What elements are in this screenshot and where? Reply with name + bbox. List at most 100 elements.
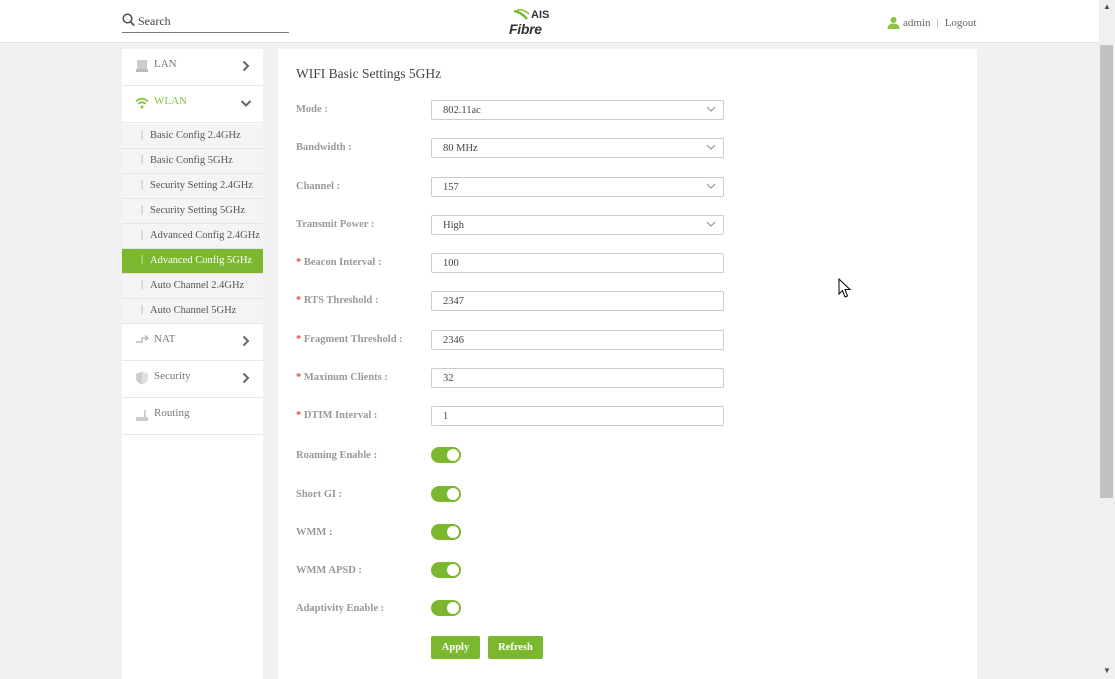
- submenu-item-label: Security Setting 2.4GHz: [150, 180, 253, 191]
- submenu-item[interactable]: | Advanced Config 2.4GHz: [122, 224, 263, 249]
- wmm-toggle[interactable]: [431, 524, 461, 540]
- channel-select[interactable]: 157: [431, 177, 724, 197]
- mouse-pointer-icon: [838, 278, 852, 298]
- channel-row: Channel : 157: [296, 177, 976, 199]
- sidebar-item-label: WLAN: [154, 95, 187, 107]
- adaptivity-row: Adaptivity Enable :: [296, 599, 976, 621]
- submenu-item-label: Auto Channel 5GHz: [150, 305, 237, 316]
- maximum-clients-value: 32: [443, 373, 454, 384]
- mode-row: Mode : 802.11ac: [296, 100, 976, 122]
- submenu-item-label: Auto Channel 2.4GHz: [150, 280, 245, 291]
- transmit-power-select[interactable]: High: [431, 215, 724, 235]
- logo-ais-text: AIS: [531, 9, 550, 21]
- submenu-item-label: Advanced Config 5GHz: [150, 255, 253, 266]
- submenu-item[interactable]: | Auto Channel 2.4GHz: [122, 274, 263, 299]
- sidebar-item-nat[interactable]: NAT: [122, 324, 263, 361]
- fragment-threshold-label: * Fragment Threshold :: [296, 334, 403, 345]
- logo-fibre-text: Fibre: [509, 21, 542, 37]
- scroll-down-arrow-icon[interactable]: ▼: [1103, 666, 1111, 675]
- required-mark: *: [296, 334, 302, 345]
- routing-icon: [136, 410, 148, 421]
- bandwidth-select[interactable]: 80 MHz: [431, 138, 724, 158]
- sidebar-item-lan[interactable]: LAN: [122, 49, 263, 86]
- search-icon: [122, 13, 135, 27]
- submenu-item[interactable]: | Security Setting 2.4GHz: [122, 174, 263, 199]
- submenu-bullet: |: [141, 154, 144, 165]
- submenu-item[interactable]: | Basic Config 5GHz: [122, 149, 263, 174]
- sidebar-item-label: Routing: [154, 407, 190, 419]
- scrollbar-thumb[interactable]: [1100, 45, 1113, 498]
- page-title: WIFI Basic Settings 5GHz: [296, 66, 442, 81]
- submenu-bullet: |: [141, 254, 144, 265]
- mode-select[interactable]: 802.11ac: [431, 100, 724, 120]
- submenu-bullet: |: [141, 179, 144, 190]
- wlan-submenu: | Basic Config 2.4GHz | Basic Config 5GHz …: [122, 124, 263, 324]
- scroll-up-arrow-icon[interactable]: ▲: [1103, 2, 1111, 11]
- submenu-bullet: |: [141, 304, 144, 315]
- dtim-interval-label-text: DTIM Interval :: [303, 410, 378, 421]
- beacon-interval-input[interactable]: 100: [431, 253, 724, 273]
- chevron-down-icon: [706, 183, 716, 189]
- maximum-clients-input[interactable]: 32: [431, 368, 724, 388]
- rts-threshold-value: 2347: [443, 296, 464, 307]
- fragment-threshold-input[interactable]: 2346: [431, 330, 724, 350]
- sidebar-item-label: NAT: [154, 333, 176, 345]
- beacon-interval-value: 100: [443, 258, 459, 269]
- maximum-clients-row: * Maxinum Clients : 32: [296, 368, 976, 390]
- chevron-down-icon: [706, 221, 716, 227]
- toggle-knob: [447, 564, 459, 576]
- submenu-item[interactable]: | Auto Channel 5GHz: [122, 299, 263, 324]
- beacon-interval-label: * Beacon Interval :: [296, 257, 381, 268]
- chevron-down-icon: [706, 106, 716, 112]
- toggle-knob: [447, 602, 459, 614]
- toggle-knob: [447, 488, 459, 500]
- fragment-threshold-row: * Fragment Threshold : 2346: [296, 330, 976, 352]
- apply-button[interactable]: Apply: [431, 636, 480, 659]
- adaptivity-toggle[interactable]: [431, 600, 461, 616]
- wmm-apsd-label: WMM APSD :: [296, 565, 362, 576]
- roaming-toggle[interactable]: [431, 447, 461, 463]
- transmit-power-label: Transmit Power :: [296, 219, 375, 230]
- refresh-button[interactable]: Refresh: [488, 636, 543, 659]
- submenu-bullet: |: [141, 204, 144, 215]
- submenu-item[interactable]: | Security Setting 5GHz: [122, 199, 263, 224]
- chevron-right-icon: [242, 335, 250, 347]
- required-mark: *: [296, 372, 302, 383]
- transmit-power-row: Transmit Power : High: [296, 215, 976, 237]
- chevron-down-icon: [706, 144, 716, 150]
- dtim-interval-input[interactable]: 1: [431, 406, 724, 426]
- sidebar-item-security[interactable]: Security: [122, 361, 263, 398]
- channel-value: 157: [443, 182, 459, 193]
- username-link[interactable]: admin: [903, 17, 931, 29]
- search-input[interactable]: [138, 14, 286, 29]
- toggle-knob: [447, 449, 459, 461]
- lan-icon: [136, 60, 148, 72]
- roaming-label: Roaming Enable :: [296, 450, 378, 461]
- ais-fibre-logo: AIS Fibre: [507, 7, 557, 37]
- short-gi-toggle[interactable]: [431, 486, 461, 502]
- chevron-down-icon: [240, 100, 252, 107]
- wmm-apsd-toggle[interactable]: [431, 562, 461, 578]
- required-mark: *: [296, 295, 302, 306]
- mode-value: 802.11ac: [443, 105, 481, 116]
- rts-threshold-label: * RTS Threshold :: [296, 295, 378, 306]
- short-gi-label: Short GI :: [296, 489, 343, 500]
- submenu-item-label: Advanced Config 2.4GHz: [150, 230, 260, 241]
- dtim-interval-row: * DTIM Interval : 1: [296, 406, 976, 428]
- vertical-scrollbar[interactable]: ▲ ▼: [1099, 0, 1115, 679]
- bandwidth-row: Bandwidth : 80 MHz: [296, 138, 976, 160]
- sidebar-item-routing[interactable]: Routing: [122, 398, 263, 435]
- submenu-item-active[interactable]: | Advanced Config 5GHz: [122, 249, 263, 274]
- beacon-interval-row: * Beacon Interval : 100: [296, 253, 976, 275]
- submenu-item-label: Security Setting 5GHz: [150, 205, 246, 216]
- roaming-row: Roaming Enable :: [296, 446, 976, 468]
- wmm-row: WMM :: [296, 523, 976, 545]
- search-box[interactable]: [122, 12, 289, 33]
- short-gi-row: Short GI :: [296, 485, 976, 507]
- rts-threshold-input[interactable]: 2347: [431, 291, 724, 311]
- dtim-interval-value: 1: [443, 411, 449, 422]
- logout-link[interactable]: Logout: [945, 17, 977, 29]
- sidebar-item-wlan[interactable]: WLAN: [122, 86, 263, 123]
- channel-label: Channel :: [296, 181, 341, 192]
- submenu-item[interactable]: | Basic Config 2.4GHz: [122, 124, 263, 149]
